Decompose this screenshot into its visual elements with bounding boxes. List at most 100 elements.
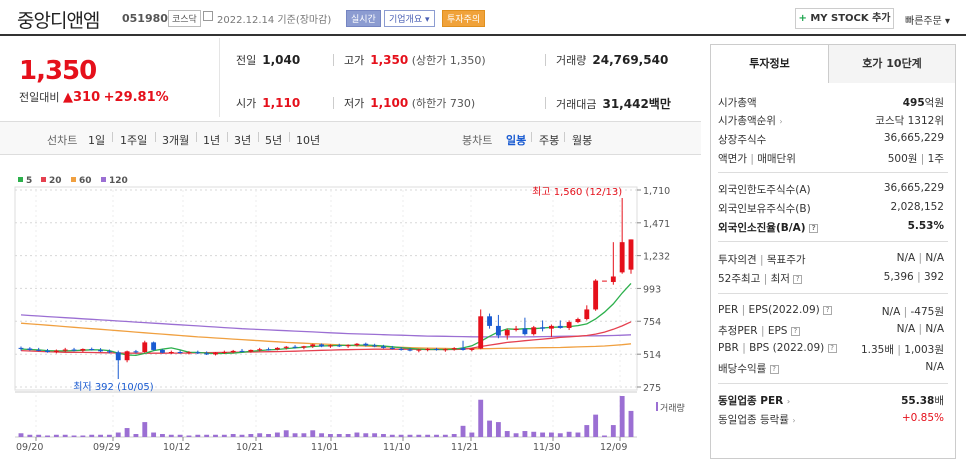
stock-candle-chart[interactable]: 5 20 60 120 1,710 1,471 1,232 993 754 514 275 09/20… <box>0 155 701 459</box>
candle-body <box>593 280 599 310</box>
candle-body <box>566 322 572 328</box>
candle-body <box>160 349 165 353</box>
quick-order-dropdown[interactable]: 빠른주문 ▾ <box>905 12 950 27</box>
volume-bar <box>18 433 24 437</box>
tab-order-book[interactable]: 호가 10단계 <box>829 45 955 83</box>
candle-body <box>557 325 563 328</box>
candle-monthly[interactable]: 월봉 <box>572 132 592 148</box>
candle-daily[interactable]: 일봉 <box>506 132 526 148</box>
change-percent: +29.81% <box>103 90 169 105</box>
candle-body <box>27 348 33 350</box>
candle-body <box>584 309 590 320</box>
investment-caution-badge: 투자주의 <box>442 10 486 27</box>
sector-change-row[interactable]: 동일업종 등락률 › +0.85% <box>718 412 944 428</box>
candle-body <box>407 349 413 351</box>
candle-body <box>257 349 263 351</box>
volume-bar <box>513 433 519 437</box>
candle-body <box>124 351 130 361</box>
tab-investment-info[interactable]: 투자정보 <box>711 45 829 83</box>
volume-bar <box>45 435 50 437</box>
ma-legend-label: 120 <box>109 176 128 186</box>
candle-body <box>53 350 59 352</box>
opinion-row: 투자의견 | 목표주가 N/A | N/A <box>718 252 944 266</box>
candle-body <box>221 351 227 353</box>
candle-body <box>354 343 360 346</box>
period-3y[interactable]: 3년 <box>234 132 251 148</box>
candle-body <box>168 351 174 353</box>
ma-legend-swatch <box>41 177 46 182</box>
help-icon[interactable]: ? <box>769 364 779 374</box>
period-10y[interactable]: 10년 <box>296 132 320 148</box>
candle-chart-label: 봉차트 <box>462 134 493 147</box>
x-tick-label: 10/21 <box>236 442 263 453</box>
realtime-badge[interactable]: 실시간 <box>346 10 381 27</box>
volume-bar <box>213 434 218 437</box>
help-icon[interactable]: ? <box>793 274 803 284</box>
x-tick-label: 11/21 <box>451 442 478 453</box>
y-tick-label: 993 <box>643 284 661 295</box>
high-annotation: 최고 1,560 (12/13) <box>532 186 622 198</box>
candle-body <box>239 350 245 352</box>
candle-body <box>230 350 236 352</box>
company-overview-dropdown[interactable]: 기업개요 ▾ <box>384 10 435 27</box>
volume-bar <box>292 433 298 437</box>
candle-body <box>301 346 307 348</box>
sector-per-row[interactable]: 동일업종 PER › 55.38배 <box>718 393 944 409</box>
volume-bar <box>495 422 501 437</box>
volume-bar <box>619 396 625 437</box>
listed-shares-row: 상장주식수 36,665,229 <box>718 132 944 146</box>
help-icon[interactable]: ? <box>809 223 819 233</box>
help-icon[interactable]: ? <box>823 305 833 315</box>
candle-body <box>62 349 68 351</box>
volume-bar <box>283 430 289 437</box>
candle-body <box>628 239 634 270</box>
candle-body <box>18 347 24 349</box>
candle-body <box>610 276 616 282</box>
volume-bar <box>336 434 342 437</box>
candle-body <box>372 345 378 347</box>
candle-body <box>142 342 148 352</box>
volume-bar <box>177 434 183 437</box>
y-tick-label: 1,471 <box>643 219 670 230</box>
candle-body <box>151 342 157 350</box>
volume-bar <box>522 431 528 437</box>
chevron-right-icon: › <box>786 397 791 406</box>
candle-weekly[interactable]: 주봉 <box>539 132 559 148</box>
volume-bar <box>195 434 201 437</box>
volume-bar <box>204 434 210 437</box>
ma-legend-swatch <box>18 177 23 182</box>
par-value-row: 액면가 | 매매단위 500원 | 1주 <box>718 153 944 165</box>
period-1w[interactable]: 1주일 <box>120 132 147 148</box>
candle-body <box>363 343 369 346</box>
period-1y[interactable]: 1년 <box>203 132 220 148</box>
candle-body <box>487 316 492 326</box>
base-date: 2022.12.14 기준(장마감) <box>217 15 332 26</box>
add-mystock-button[interactable]: + MY STOCK 추가 <box>795 8 894 29</box>
period-3m[interactable]: 3개월 <box>162 132 189 148</box>
period-5y[interactable]: 5년 <box>265 132 282 148</box>
investment-info-panel: 투자정보 호가 10단계 시가총액 495억원 시가총액순위 › 코스닥 131… <box>710 44 956 459</box>
volume-bar <box>549 432 554 437</box>
volume-bar <box>575 432 581 437</box>
candle-body <box>549 325 554 329</box>
y-tick-label: 275 <box>643 383 661 394</box>
help-icon[interactable]: ? <box>790 326 800 336</box>
market-cap-rank-row[interactable]: 시가총액순위 › 코스닥 1312위 <box>718 113 944 129</box>
line-chart-label: 선차트 <box>47 134 78 147</box>
divider <box>219 38 220 117</box>
volume-bar <box>186 435 192 437</box>
volume-bar <box>398 434 404 437</box>
y-tick-label: 754 <box>643 317 661 328</box>
ma-legend-label: 5 <box>26 176 32 186</box>
low-price: 저가 1,100 (하한가 730) <box>344 96 476 110</box>
volume-bar <box>487 420 492 437</box>
volume-bar <box>425 434 431 437</box>
volume-bar <box>248 434 254 437</box>
help-icon[interactable]: ? <box>827 343 837 353</box>
volume-bar <box>124 428 130 437</box>
ma-legend-label: 60 <box>79 176 92 186</box>
market-badge: 코스닥 <box>168 10 201 27</box>
candle-body <box>292 346 298 348</box>
period-1d[interactable]: 1일 <box>88 132 105 148</box>
volume-bar <box>451 434 457 437</box>
